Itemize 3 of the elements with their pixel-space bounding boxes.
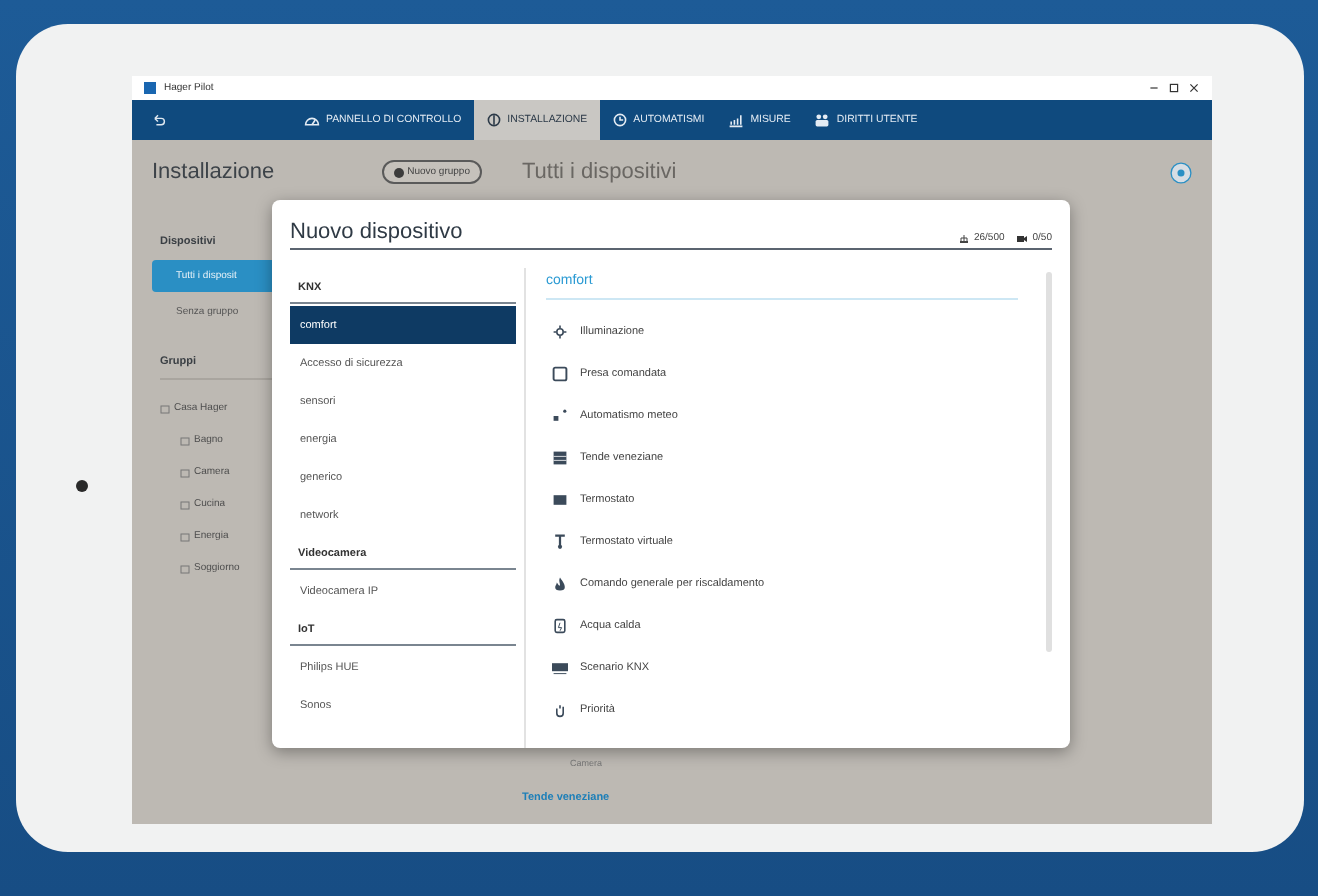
dialog-title: Nuovo dispositivo bbox=[290, 220, 463, 244]
content-title: Tutti i dispositivi bbox=[522, 160, 677, 184]
page-title: Installazione bbox=[152, 160, 275, 184]
